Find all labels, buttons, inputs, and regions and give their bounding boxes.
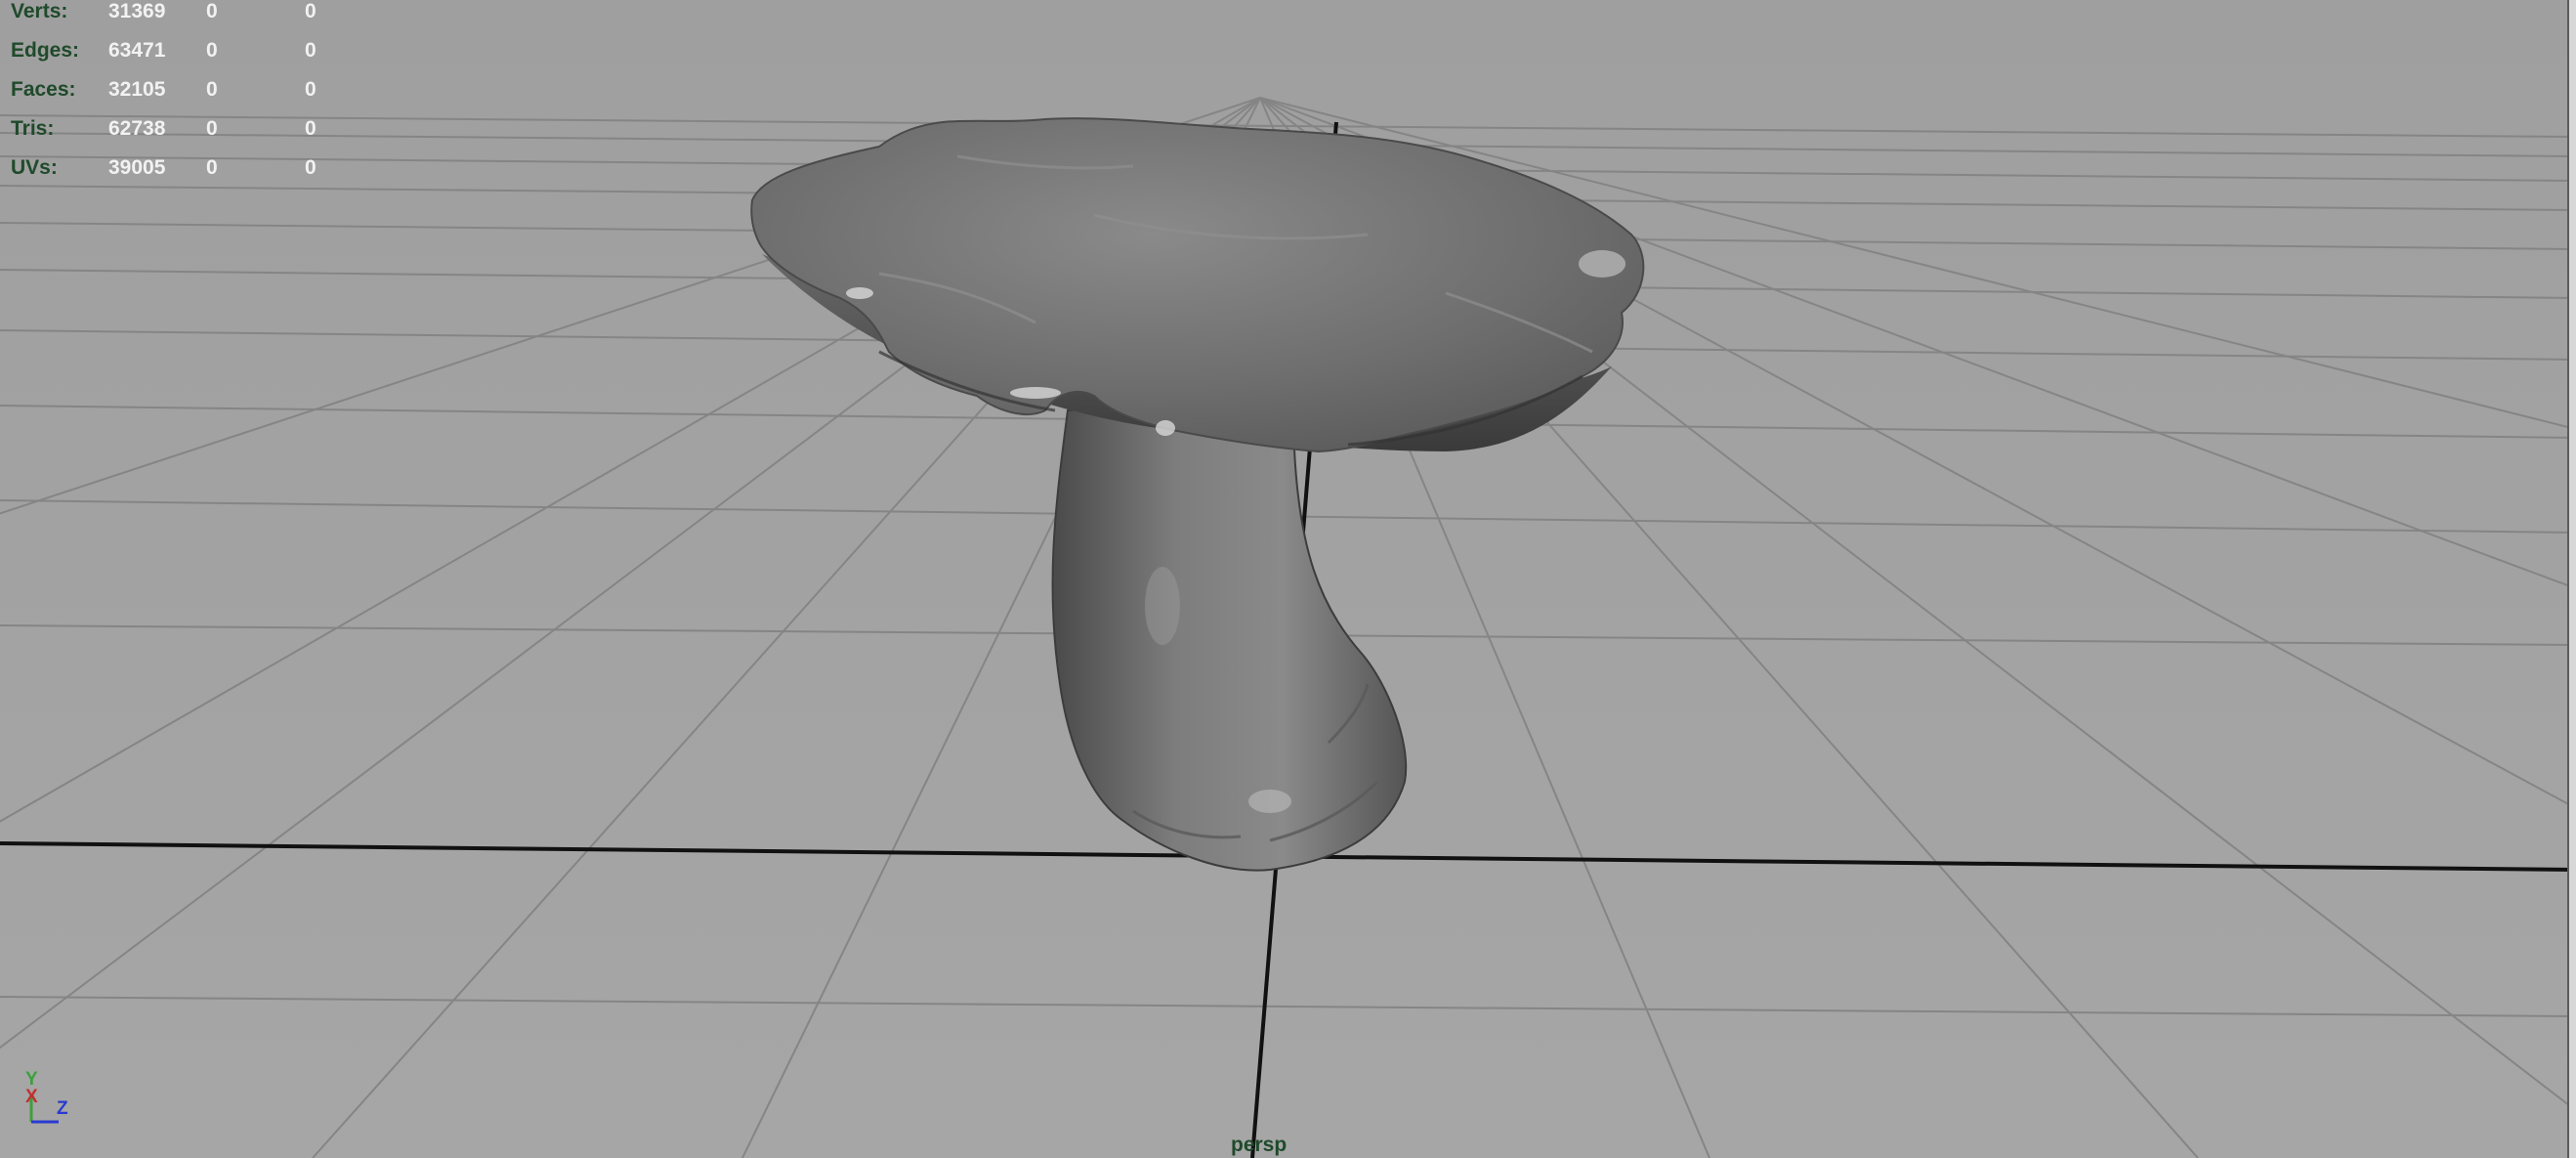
hud-label: Faces: xyxy=(11,78,76,101)
hud-value: 39005 xyxy=(108,156,166,179)
hud-label: Tris: xyxy=(11,117,55,140)
hud-value: 0 xyxy=(305,117,317,140)
hud-value: 0 xyxy=(206,78,218,101)
gizmo-z-label: Z xyxy=(57,1098,68,1119)
stem-highlight xyxy=(1248,790,1291,813)
camera-name-label: persp xyxy=(1231,1134,1288,1156)
hud-value: 0 xyxy=(206,117,218,140)
viewport-right-border xyxy=(2567,0,2576,1158)
perspective-viewport[interactable]: Verts: 31369 0 0 Edges: 63471 0 0 Faces:… xyxy=(0,0,2576,1158)
hud-value: 0 xyxy=(206,156,218,179)
hud-label: Edges: xyxy=(11,39,80,62)
hud-value: 0 xyxy=(305,156,317,179)
hud-value: 62738 xyxy=(108,117,166,140)
gizmo-x-label: X xyxy=(25,1087,38,1107)
hud-label: UVs: xyxy=(11,156,58,179)
hud-value: 0 xyxy=(305,0,317,22)
hud-label: Verts: xyxy=(11,0,68,22)
hud-value: 63471 xyxy=(108,39,166,62)
stem-highlight xyxy=(1145,567,1180,645)
scene-canvas[interactable] xyxy=(0,0,2576,1158)
hud-value: 0 xyxy=(305,39,317,62)
view-axis-gizmo: Y X Z xyxy=(25,1069,68,1124)
hud-value: 31369 xyxy=(108,0,166,22)
hud-value: 0 xyxy=(206,39,218,62)
hud-value: 0 xyxy=(305,78,317,101)
hud-value: 32105 xyxy=(108,78,166,101)
hud-value: 0 xyxy=(206,0,218,22)
